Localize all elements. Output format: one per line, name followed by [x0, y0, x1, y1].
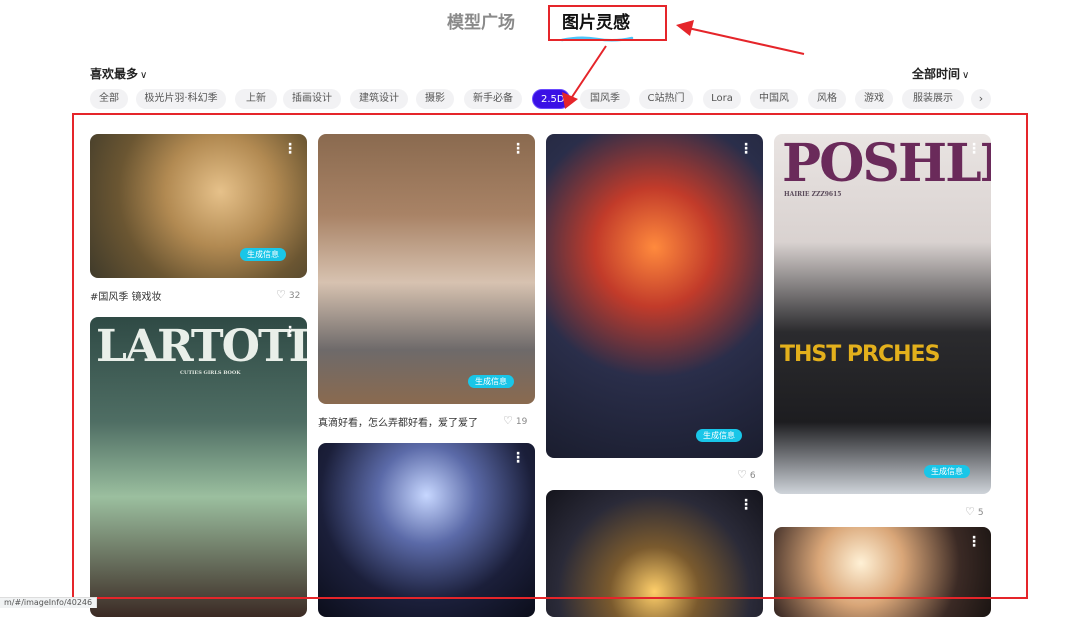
tag-all[interactable]: 全部 [90, 89, 128, 109]
time-label: 全部时间 [912, 67, 961, 81]
tag-clothing[interactable]: 服装展示 [902, 89, 964, 109]
sort-label: 喜欢最多 [90, 67, 139, 81]
time-dropdown[interactable]: 全部时间 ∨ [912, 65, 969, 82]
status-url: m/#/imageInfo/40246 [0, 597, 98, 608]
tag-lora[interactable]: Lora [703, 89, 741, 109]
tag-2-5d[interactable]: 2.5D [532, 89, 570, 109]
tag-illustration[interactable]: 插画设计 [283, 89, 341, 109]
tag-game[interactable]: 游戏 [855, 89, 893, 109]
annotation-box-tab [548, 5, 667, 41]
tag-chinese-style[interactable]: 中国风 [750, 89, 798, 109]
sort-dropdown[interactable]: 喜欢最多 ∨ [90, 65, 147, 82]
tab-model-square[interactable]: 模型广场 [447, 8, 515, 33]
tag-c-station-hot[interactable]: C站热门 [639, 89, 693, 109]
chevron-right-icon[interactable]: › [971, 89, 991, 109]
tag-guofeng-season[interactable]: 国风季 [580, 89, 630, 109]
top-tabs: 模型广场 图片灵感 [0, 6, 1080, 46]
chevron-down-icon: ∨ [140, 70, 148, 81]
tag-photography[interactable]: 摄影 [416, 89, 454, 109]
tag-new[interactable]: 上新 [235, 89, 277, 109]
tag-beginner[interactable]: 新手必备 [464, 89, 522, 109]
tag-architecture[interactable]: 建筑设计 [350, 89, 408, 109]
annotation-box-grid [72, 113, 1028, 599]
chevron-down-icon: ∨ [962, 70, 970, 81]
tag-style[interactable]: 风格 [808, 89, 846, 109]
tag-aurora-scifi[interactable]: 极光片羽·科幻季 [136, 89, 226, 109]
